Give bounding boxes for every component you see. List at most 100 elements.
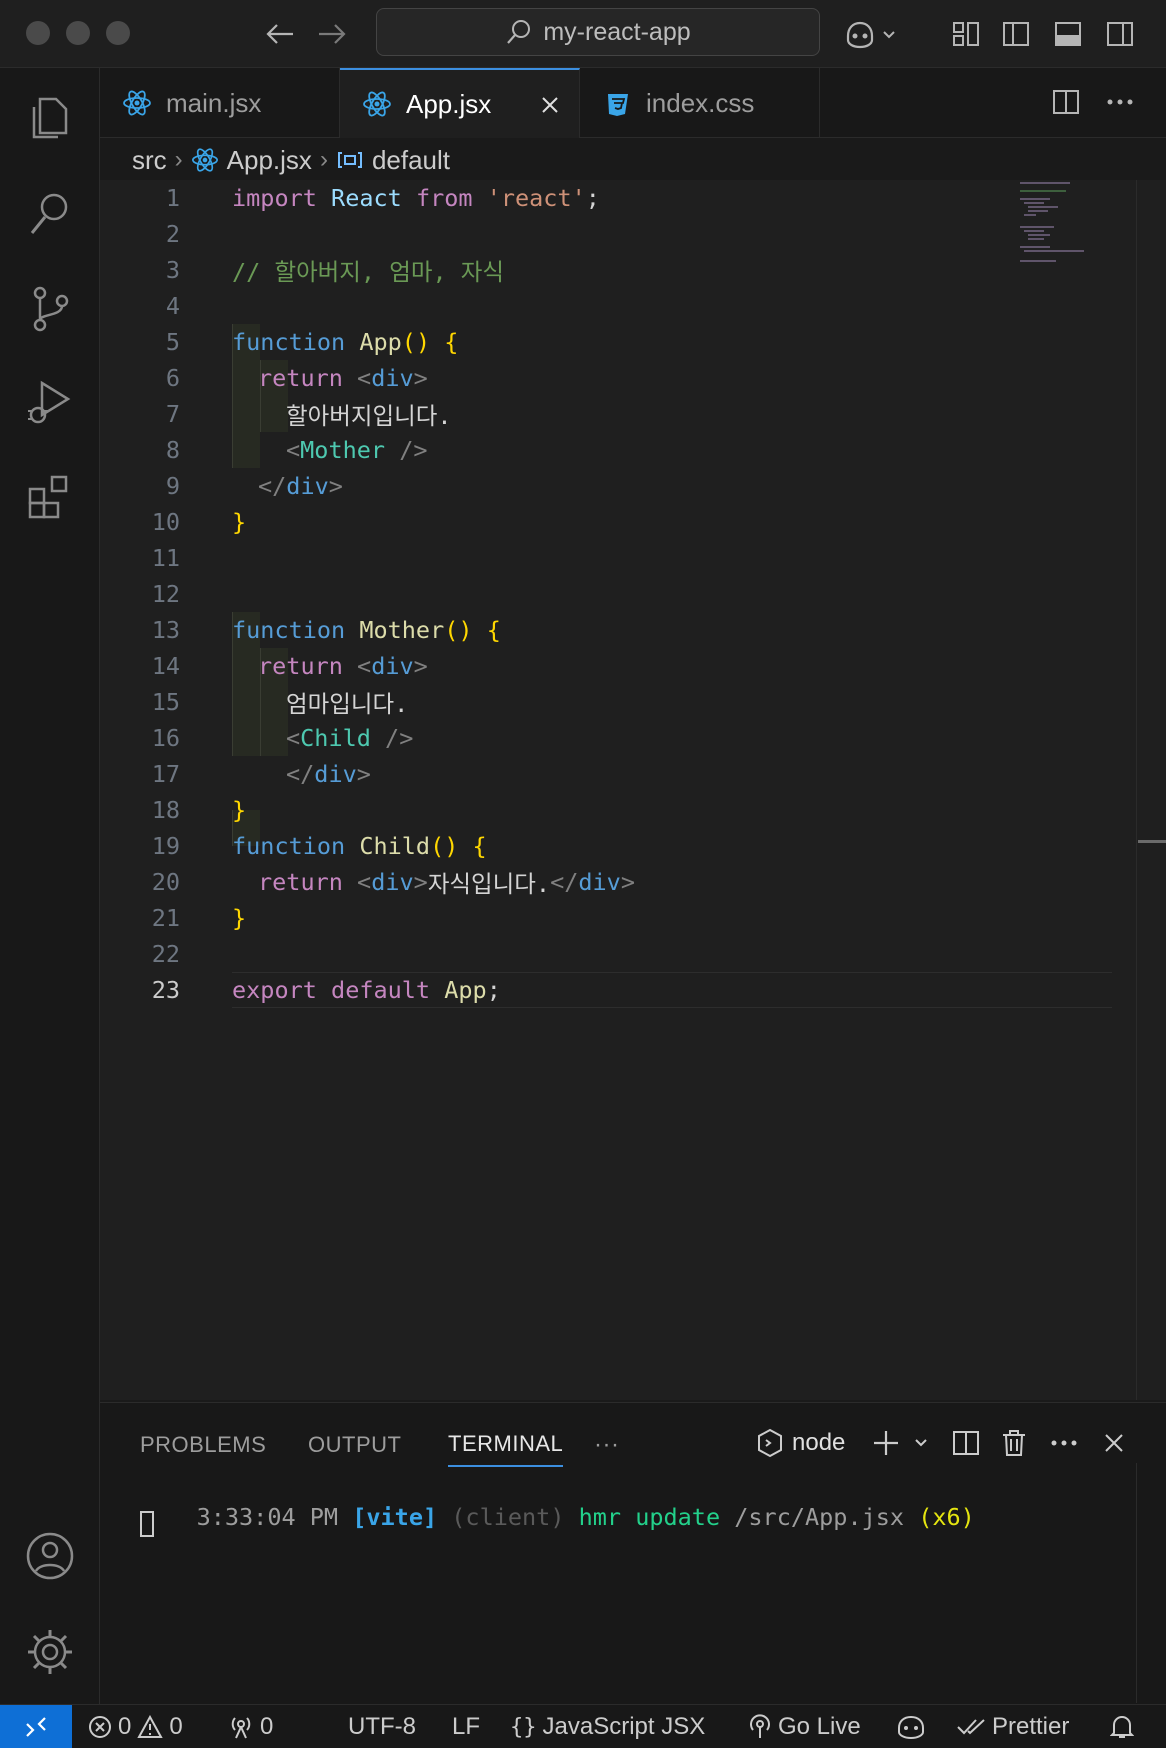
line-number: 7 — [165, 400, 180, 428]
panel-more-tabs[interactable]: ··· — [594, 1423, 619, 1467]
token: { — [486, 616, 501, 644]
ports-count: 0 — [260, 1713, 274, 1740]
workspace-name: my-react-app — [543, 17, 691, 46]
braces-icon: {} — [510, 1714, 537, 1740]
eol-status[interactable]: LF — [452, 1705, 480, 1748]
source-control-icon[interactable] — [22, 280, 78, 336]
breadcrumb-symbol[interactable]: default — [372, 145, 450, 176]
more-actions-icon[interactable] — [1100, 82, 1140, 122]
token: < — [357, 652, 372, 680]
extensions-icon[interactable] — [22, 468, 78, 524]
token: > — [413, 364, 428, 392]
minimap-line — [1020, 260, 1056, 262]
prettier-status[interactable]: Prettier — [956, 1705, 1069, 1748]
token: } — [232, 796, 247, 824]
code-line: return < div > — [258, 360, 1166, 396]
trash-icon[interactable] — [994, 1423, 1034, 1463]
more-actions-icon[interactable] — [1044, 1423, 1084, 1463]
back-arrow-icon[interactable] — [260, 14, 300, 54]
minimap-line — [1020, 190, 1066, 192]
terminal-path: /src/App.jsx — [734, 1503, 905, 1531]
breadcrumb-folder[interactable]: src — [132, 145, 167, 176]
minimize-window-button[interactable] — [66, 21, 90, 45]
editor-scrollbar[interactable] — [1136, 180, 1166, 1400]
code-editor[interactable]: 1 2 3 4 5 6 7 8 9 10 11 12 13 14 15 16 1… — [100, 180, 1166, 1400]
remote-indicator-icon[interactable] — [0, 1705, 72, 1748]
code-line: // 할아버지, 엄마, 자식 — [232, 252, 1152, 288]
search-icon[interactable] — [22, 186, 78, 242]
copilot-menu-icon[interactable] — [842, 14, 902, 54]
tab-index-css[interactable]: index.css — [580, 68, 820, 138]
close-panel-icon[interactable] — [1094, 1423, 1134, 1463]
minimap-line — [1028, 206, 1058, 208]
close-tab-icon[interactable] — [535, 90, 565, 120]
close-window-button[interactable] — [26, 21, 50, 45]
line-number: 17 — [151, 760, 180, 788]
forward-arrow-icon[interactable] — [312, 14, 352, 54]
terminal-output[interactable]: 3:33:04 PM [vite] (client) hmr update /s… — [140, 1475, 975, 1559]
customize-layout-icon[interactable] — [946, 14, 986, 54]
token: < — [286, 436, 301, 464]
copilot-status-icon[interactable] — [896, 1705, 926, 1748]
minimap-line — [1028, 210, 1048, 212]
run-debug-icon[interactable] — [22, 374, 78, 430]
code-line: function Mother() { — [232, 612, 1152, 648]
token: > — [356, 760, 371, 788]
ports-status[interactable]: 0 — [228, 1705, 273, 1748]
token: ; — [486, 976, 501, 1004]
account-icon[interactable] — [22, 1528, 78, 1584]
zoom-window-button[interactable] — [106, 21, 130, 45]
token: return — [258, 364, 343, 392]
toggle-panel-icon[interactable] — [1048, 14, 1088, 54]
line-number: 20 — [151, 868, 180, 896]
new-terminal-icon[interactable] — [868, 1423, 938, 1463]
token: Mother — [359, 616, 445, 644]
chevron-right-icon: › — [174, 146, 183, 173]
terminal-profile-node[interactable]: node — [756, 1423, 866, 1463]
code-line: export default App; — [232, 972, 1152, 1008]
token: return — [258, 868, 343, 896]
react-icon — [191, 148, 218, 172]
token: > — [413, 868, 428, 896]
split-editor-icon[interactable] — [1046, 82, 1086, 122]
explorer-icon[interactable] — [22, 88, 78, 144]
minimap-line — [1020, 198, 1050, 200]
terminal-client-tag: (client) — [451, 1503, 565, 1531]
gear-icon[interactable] — [22, 1624, 78, 1680]
token: export — [232, 976, 317, 1004]
bottom-panel: PROBLEMS OUTPUT TERMINAL ··· node 3:33:0… — [100, 1402, 1166, 1704]
toggle-secondary-sidebar-icon[interactable] — [1100, 14, 1140, 54]
search-icon — [507, 20, 531, 44]
tab-output[interactable]: OUTPUT — [308, 1423, 401, 1467]
token: /> — [370, 724, 414, 752]
toggle-primary-sidebar-icon[interactable] — [996, 14, 1036, 54]
tab-problems[interactable]: PROBLEMS — [140, 1423, 266, 1467]
command-center-search[interactable]: my-react-app — [376, 8, 820, 56]
code-line: </div > — [286, 756, 1166, 792]
minimap-line — [1028, 234, 1050, 236]
tab-main-jsx[interactable]: main.jsx — [100, 68, 340, 138]
language-mode-status[interactable]: {} JavaScript JSX — [510, 1705, 705, 1748]
broadcast-icon — [231, 1717, 251, 1739]
notifications-bell-icon[interactable] — [1110, 1705, 1134, 1748]
code-line: import React from 'react'; — [232, 180, 1152, 216]
minimap[interactable] — [1020, 180, 1130, 280]
line-number: 1 — [165, 184, 180, 212]
go-live-status[interactable]: Go Live — [748, 1705, 861, 1748]
jsx-text: 엄마입니다. — [286, 690, 409, 718]
line-number: 8 — [165, 436, 180, 464]
tab-app-jsx[interactable]: App.jsx — [340, 68, 580, 138]
jsx-text: 할아버지입니다. — [286, 402, 452, 430]
terminal-scrollbar[interactable] — [1136, 1463, 1166, 1703]
token: { — [472, 832, 487, 860]
token: div — [578, 868, 621, 896]
split-terminal-icon[interactable] — [946, 1423, 986, 1463]
terminal-icon — [758, 1428, 782, 1458]
line-number: 6 — [165, 364, 180, 392]
breadcrumb-file[interactable]: App.jsx — [227, 145, 312, 176]
encoding-status[interactable]: UTF-8 — [348, 1705, 416, 1748]
tab-terminal[interactable]: TERMINAL — [448, 1423, 564, 1467]
problems-status[interactable]: 0 0 — [88, 1705, 183, 1748]
token: () — [444, 616, 473, 644]
status-bar: 0 0 0 UTF-8 LF {} JavaScript JSX Go Live… — [0, 1704, 1166, 1748]
